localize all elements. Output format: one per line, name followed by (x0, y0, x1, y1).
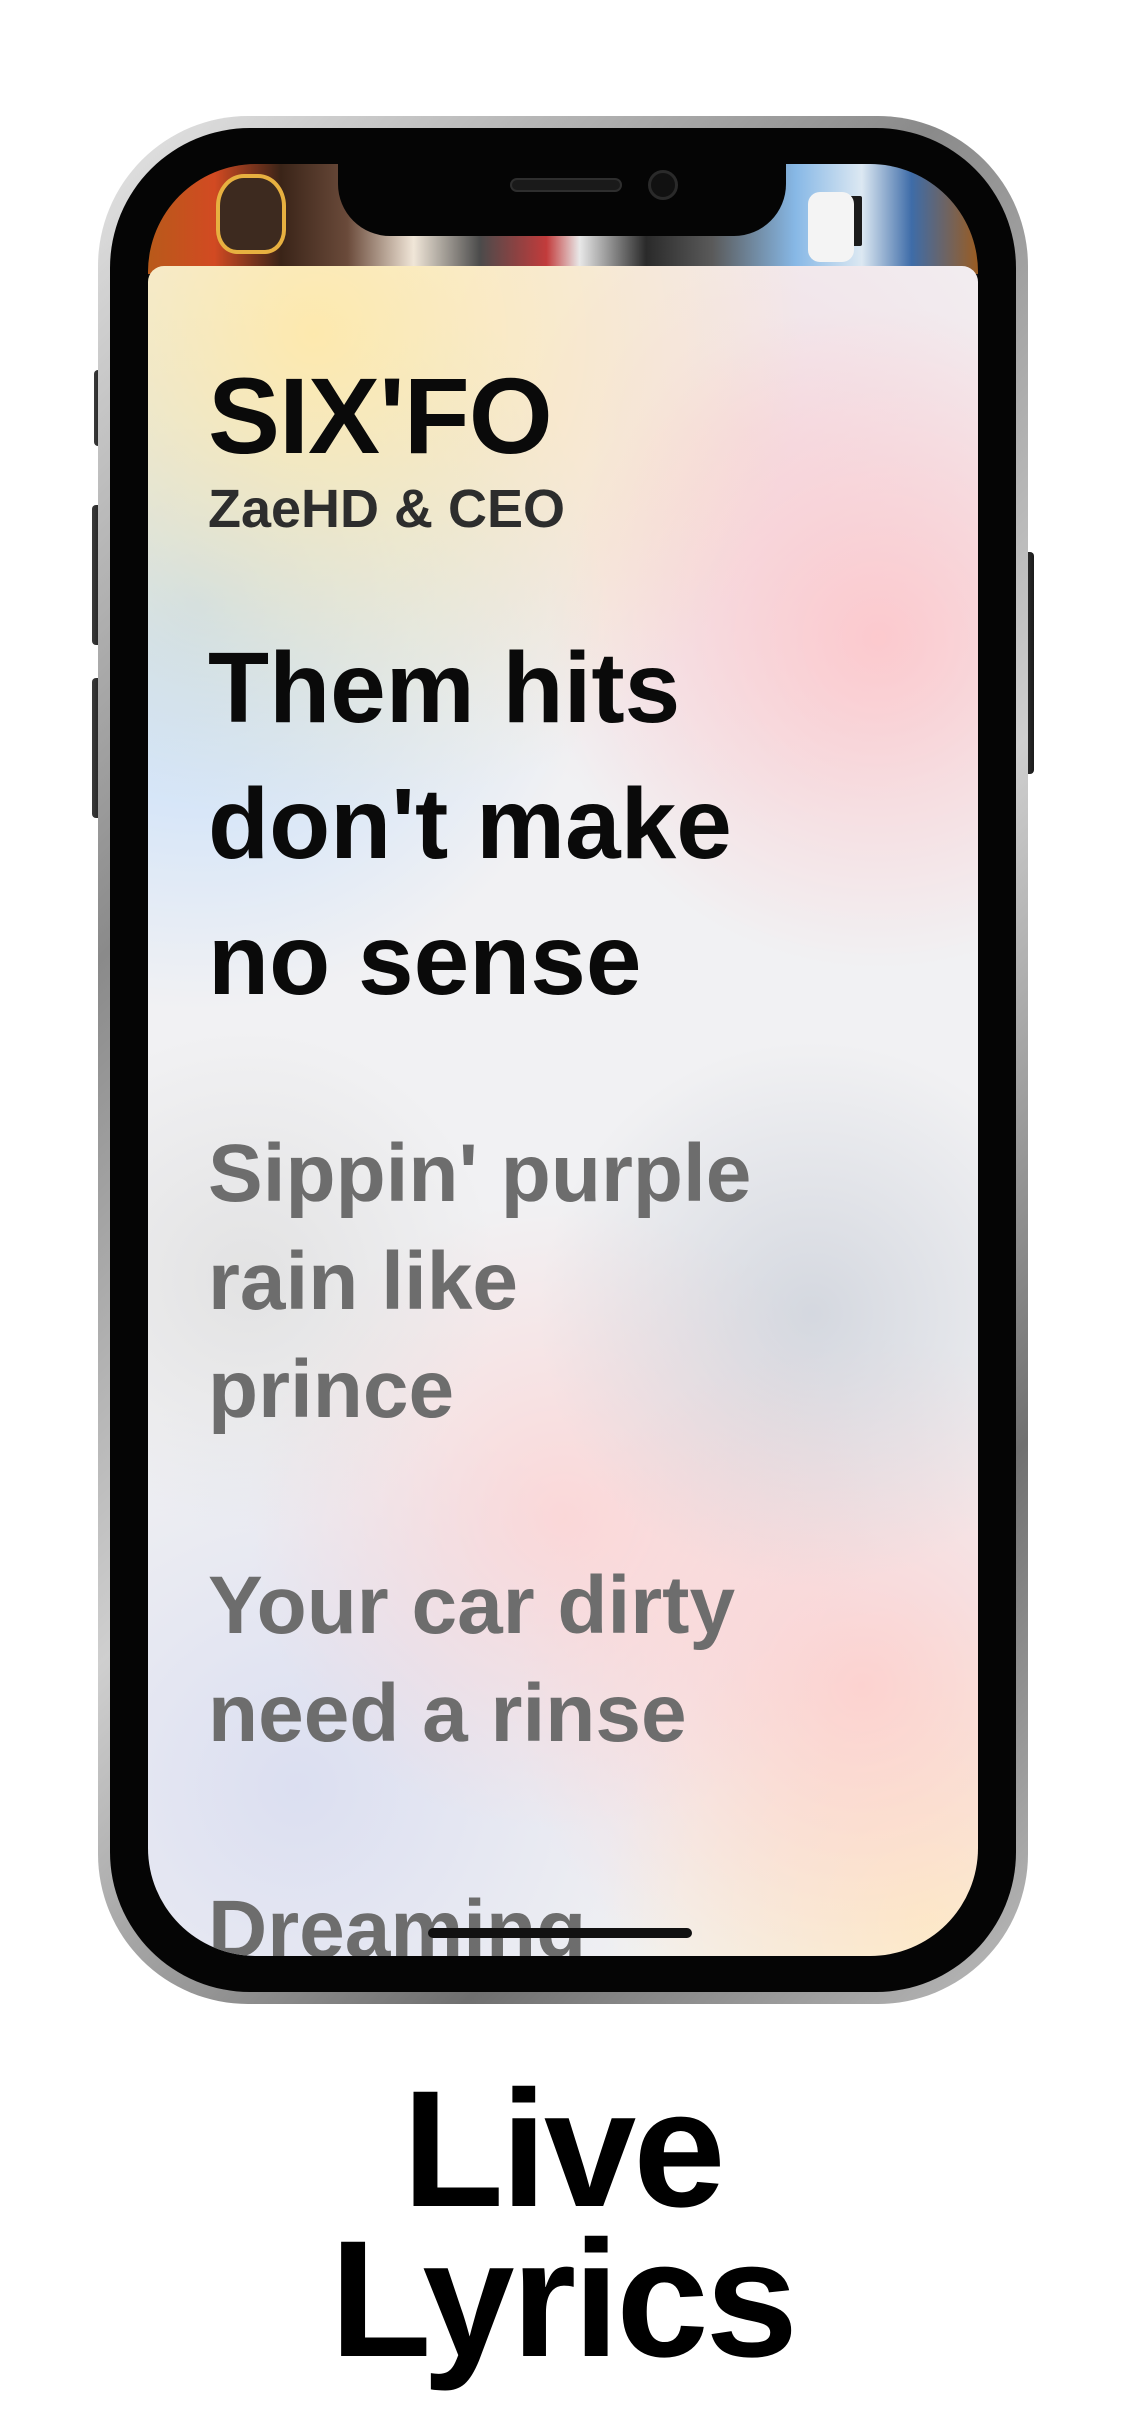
lyrics-sheet[interactable]: SIX'FO ZaeHD & CEO Them hits don't make … (148, 266, 978, 1956)
caption-line-1: Live (402, 2057, 725, 2242)
earpiece-speaker (510, 178, 622, 192)
phone-screen: SIX'FO ZaeHD & CEO Them hits don't make … (148, 164, 978, 1956)
caption-line-2: Lyrics (330, 2207, 798, 2392)
song-title: SIX'FO (208, 355, 553, 476)
marketing-caption: Live Lyrics (0, 2057, 1125, 2392)
artwork-figure (808, 192, 854, 262)
upcoming-lyric-line[interactable]: Your car dirty need a rinse (208, 1552, 928, 1768)
front-camera (648, 170, 678, 200)
lyrics-content: SIX'FO ZaeHD & CEO Them hits don't make … (208, 355, 928, 1957)
current-lyric-line[interactable]: Them hits don't make no sense (208, 620, 928, 1028)
artwork-portrait (216, 174, 286, 254)
home-indicator[interactable] (428, 1928, 692, 1938)
upcoming-lyric-line[interactable]: Sippin' purple rain like prince (208, 1120, 928, 1444)
song-artist: ZaeHD & CEO (208, 479, 566, 539)
app-store-screenshot: SIX'FO ZaeHD & CEO Them hits don't make … (0, 0, 1125, 2436)
upcoming-lyric-line[interactable]: Dreaming (208, 1876, 928, 1956)
